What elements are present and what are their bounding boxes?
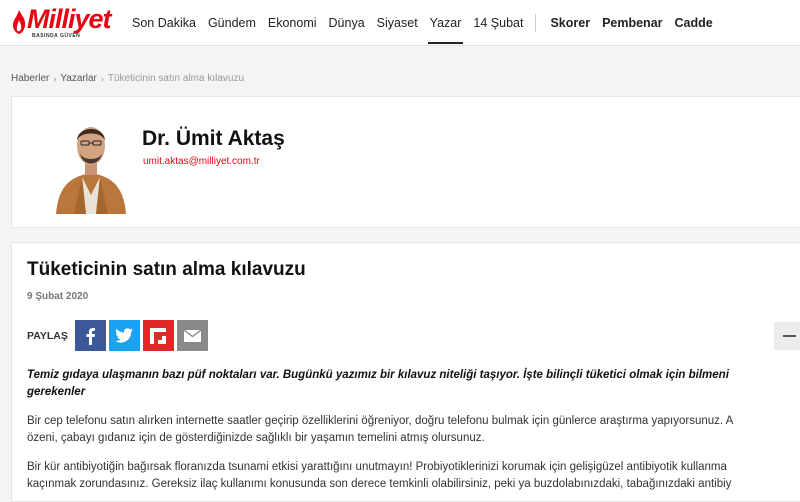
article-paragraph-line: Bir kür antibiyotiğin bağırsak floranızd… (27, 461, 727, 473)
author-name[interactable]: Dr. Ümit Aktaş (142, 127, 285, 151)
facebook-icon (86, 327, 96, 345)
nav-item-14-subat[interactable]: 14 Şubat (467, 0, 529, 46)
nav-item-pembenar[interactable]: Pembenar (596, 0, 668, 46)
nav-item-son-dakika[interactable]: Son Dakika (126, 0, 202, 46)
nav-item-gundem[interactable]: Gündem (202, 0, 262, 46)
chevron-right-icon: › (53, 73, 57, 84)
logo-tagline: BASINDA GÜVEN (32, 33, 81, 39)
article-paragraph: Bir kür antibiyotiğin bağırsak floranızd… (27, 459, 800, 493)
article-paragraph-line: Bir cep telefonu satın alırken internett… (27, 415, 734, 427)
author-photo[interactable] (52, 111, 130, 214)
logo-wordmark: Milliyet (27, 4, 112, 34)
flame-icon (13, 10, 26, 34)
breadcrumb-section[interactable]: Yazarlar (60, 73, 97, 84)
nav-item-dunya[interactable]: Dünya (323, 0, 371, 46)
milliyet-logo[interactable]: Milliyet BASINDA GÜVEN (10, 4, 128, 41)
article-lead-line: gerekenler (27, 386, 86, 398)
nav-item-yazar[interactable]: Yazar (424, 0, 468, 46)
nav-item-skorer[interactable]: Skorer (544, 0, 596, 46)
twitter-icon (115, 328, 134, 343)
mail-share-button[interactable] (176, 320, 208, 351)
article-lead: Temiz gıdaya ulaşmanın bazı püf noktalar… (27, 367, 800, 401)
breadcrumb-home[interactable]: Haberler (11, 73, 49, 84)
flipboard-icon (150, 327, 167, 344)
share-label: PAYLAŞ (27, 329, 68, 342)
article-paragraph: Bir cep telefonu satın alırken internett… (27, 413, 800, 447)
article-paragraph-line: özeni, çabayı gıdanız için de gösterdiği… (27, 432, 485, 444)
nav-divider (535, 14, 537, 32)
top-navigation-bar: Milliyet BASINDA GÜVEN Son Dakika Gündem… (0, 0, 800, 46)
nav-item-siyaset[interactable]: Siyaset (371, 0, 424, 46)
main-nav: Son Dakika Gündem Ekonomi Dünya Siyaset … (126, 0, 719, 46)
facebook-share-button[interactable] (74, 320, 106, 351)
twitter-share-button[interactable] (108, 320, 140, 351)
nav-item-ekonomi[interactable]: Ekonomi (262, 0, 323, 46)
article-paragraph-line: kaçınmak zorundasınız. Gereksiz ilaç kul… (27, 478, 732, 490)
flipboard-share-button[interactable] (142, 320, 174, 351)
mail-icon (183, 329, 201, 342)
chevron-right-icon: › (100, 73, 104, 84)
article-date: 9 Şubat 2020 (27, 291, 89, 302)
article-title: Tüketicinin satın alma kılavuzu (27, 259, 306, 280)
article-lead-line: Temiz gıdaya ulaşmanın bazı püf noktalar… (27, 369, 729, 381)
author-email-link[interactable]: umit.aktas@milliyet.com.tr (143, 156, 260, 167)
article-card: Tüketicinin satın alma kılavuzu 9 Şubat … (11, 242, 800, 502)
share-bar: PAYLAŞ (27, 320, 211, 351)
author-card: Dr. Ümit Aktaş umit.aktas@milliyet.com.t… (11, 96, 800, 228)
nav-item-cadde[interactable]: Cadde (669, 0, 719, 46)
font-size-decrease-button[interactable] (774, 322, 800, 350)
minus-icon (782, 335, 796, 337)
breadcrumb: Haberler › Yazarlar › Tüketicinin satın … (11, 73, 244, 84)
breadcrumb-current: Tüketicinin satın alma kılavuzu (107, 73, 245, 84)
